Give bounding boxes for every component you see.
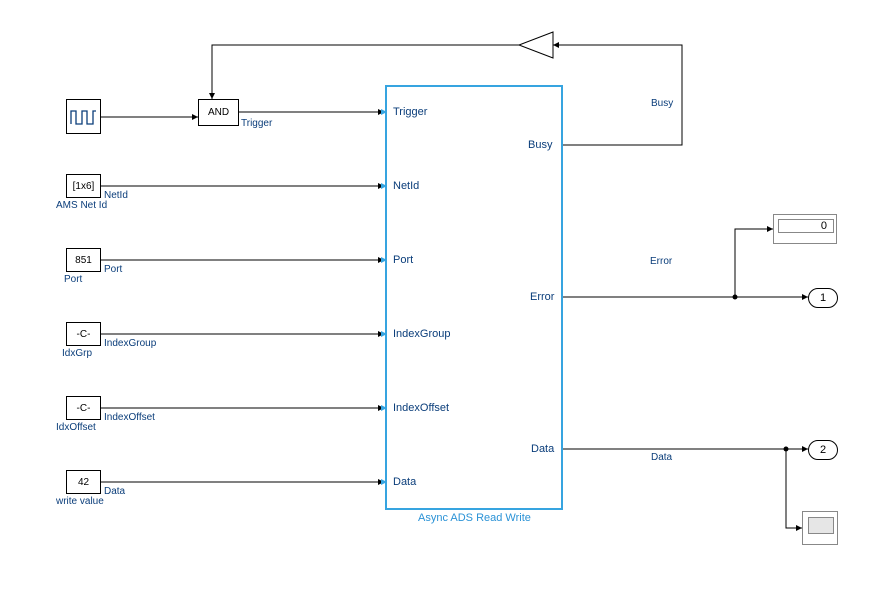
main-in-data-label: Data [393, 476, 416, 488]
main-in-idxoff-label: IndexOffset [393, 402, 449, 414]
idxoff-constant-block[interactable]: -C- [66, 396, 101, 420]
idxoff-value: -C- [77, 403, 91, 414]
outport-2[interactable]: 2 [808, 440, 838, 460]
pulse-generator-block[interactable] [66, 99, 101, 134]
main-in-trigger-label: Trigger [393, 106, 427, 118]
and-block-label: AND [208, 107, 229, 118]
idxgrp-block-name: IdxGrp [62, 348, 92, 359]
main-in-port-label: Port [393, 254, 413, 266]
scope-screen [808, 517, 834, 534]
netid-value: [1x6] [73, 181, 95, 192]
port-signal-label: Port [104, 264, 122, 275]
idxgrp-constant-block[interactable]: -C- [66, 322, 101, 346]
wval-value: 42 [78, 477, 89, 488]
main-in-idxgrp-label: IndexGroup [393, 328, 450, 340]
idxoff-block-name: IdxOffset [56, 422, 96, 433]
data-signal-label: Data [651, 452, 672, 463]
busy-signal-label: Busy [651, 98, 673, 109]
port-block-name: Port [64, 274, 82, 285]
netid-block-name: AMS Net Id [56, 200, 107, 211]
error-signal-label: Error [650, 256, 672, 267]
main-block-title: Async ADS Read Write [418, 512, 531, 524]
idxgrp-value: -C- [77, 329, 91, 340]
port-value: 851 [75, 255, 92, 266]
main-out-data-label: Data [531, 443, 554, 455]
netid-signal-label: NetId [104, 190, 128, 201]
main-out-error-label: Error [530, 291, 554, 303]
outport-1[interactable]: 1 [808, 288, 838, 308]
main-out-busy-label: Busy [528, 139, 552, 151]
outport-1-number: 1 [820, 292, 826, 304]
idxgrp-signal-label: IndexGroup [104, 338, 156, 349]
wval-constant-block[interactable]: 42 [66, 470, 101, 494]
main-in-netid-label: NetId [393, 180, 419, 192]
idxoff-signal-label: IndexOffset [104, 412, 155, 423]
netid-constant-block[interactable]: [1x6] [66, 174, 101, 198]
pulse-icon [70, 107, 97, 127]
wval-signal-label: Data [104, 486, 125, 497]
and-output-signal-label: Trigger [241, 118, 272, 129]
display-block[interactable]: 0 [773, 214, 837, 244]
wval-block-name: write value [56, 496, 104, 507]
display-value: 0 [778, 219, 834, 233]
outport-2-number: 2 [820, 444, 826, 456]
diagram-canvas: AND Trigger [1x6] NetId AMS Net Id 851 P… [0, 0, 890, 613]
and-block[interactable]: AND [198, 99, 239, 126]
scope-block[interactable] [802, 511, 838, 545]
port-constant-block[interactable]: 851 [66, 248, 101, 272]
